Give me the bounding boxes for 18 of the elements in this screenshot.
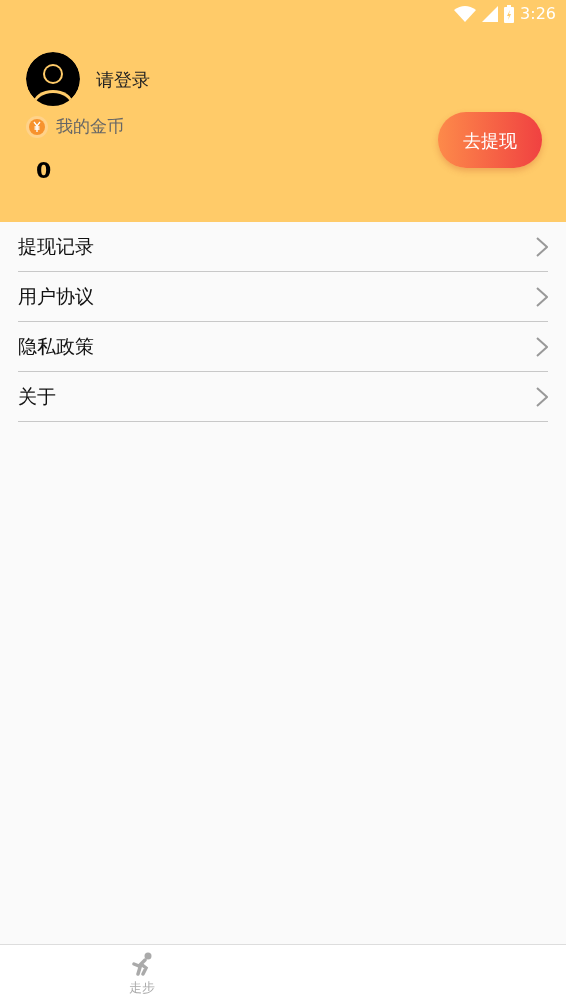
coin-balance: 0	[35, 156, 53, 185]
chevron-right-icon	[536, 286, 548, 307]
runner-icon	[130, 951, 153, 976]
avatar-icon[interactable]	[26, 52, 80, 106]
menu-label: 隐私政策	[18, 334, 94, 360]
chevron-right-icon	[536, 386, 548, 407]
chevron-right-icon	[536, 336, 548, 357]
battery-icon	[504, 5, 515, 23]
login-prompt[interactable]: 请登录	[96, 65, 150, 93]
menu-label: 提现记录	[18, 234, 94, 260]
signal-icon	[482, 6, 499, 22]
coin-icon	[26, 115, 48, 138]
coins-label: 我的金币	[56, 115, 124, 138]
menu-label: 关于	[18, 384, 56, 410]
wifi-icon	[454, 6, 477, 22]
menu-label: 用户协议	[18, 284, 94, 310]
status-time: 3:26	[520, 3, 556, 25]
chevron-right-icon	[536, 236, 548, 257]
